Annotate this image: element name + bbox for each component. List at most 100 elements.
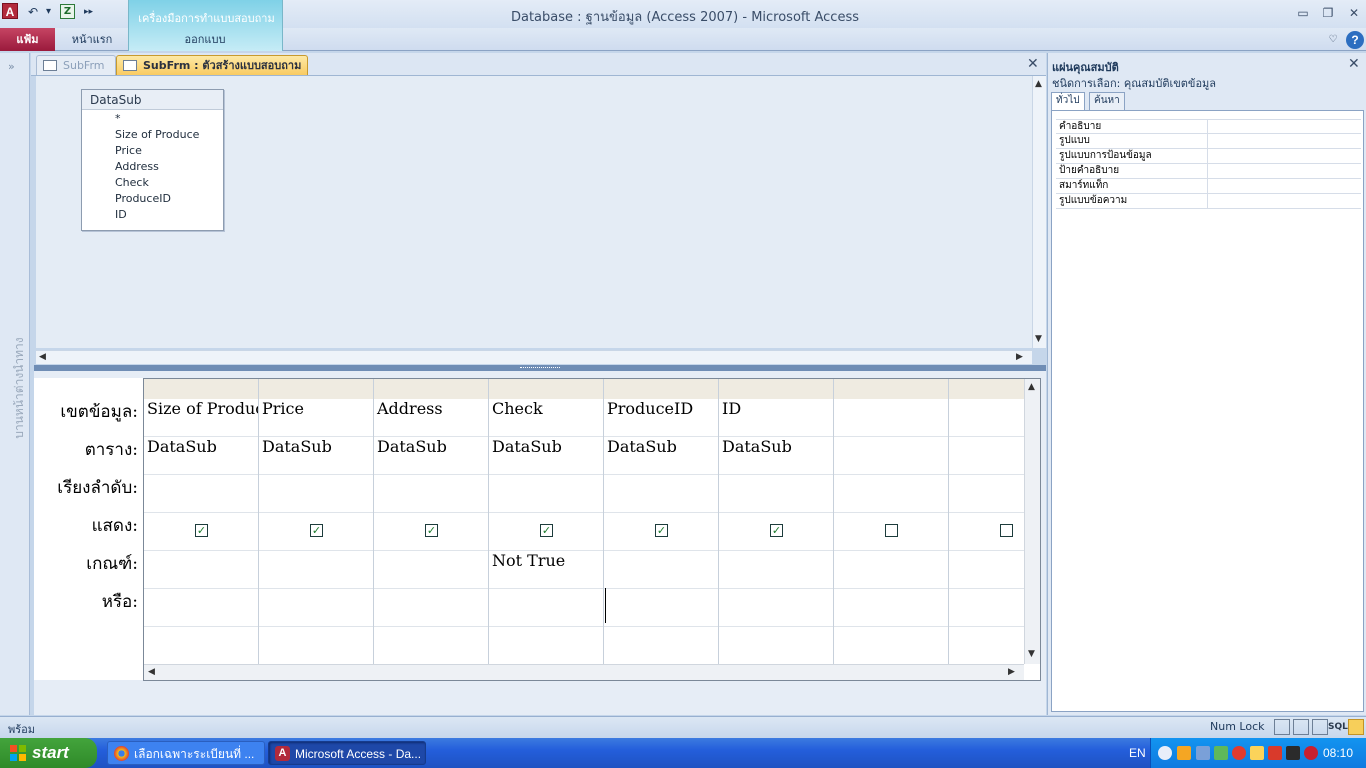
field-cell[interactable]: Address [374,399,488,437]
or-cell[interactable] [719,589,833,627]
design-view-icon[interactable] [1348,719,1364,735]
field-cell[interactable]: Size of Produce [144,399,258,437]
grid-column[interactable]: ProduceID DataSub ✓ [604,379,719,664]
customize-qat-icon[interactable]: ▸▸ [84,3,93,21]
close-window-button[interactable]: ✕ [1344,4,1364,22]
or-cell[interactable] [374,589,488,627]
scroll-left-icon[interactable]: ◀ [148,667,155,677]
property-row[interactable]: รูปแบบ [1056,134,1361,149]
grid-horizontal-scrollbar[interactable]: ◀ ▶ [144,664,1024,680]
tray-safely-remove-icon[interactable] [1214,746,1228,760]
field-list-item[interactable]: Address [115,160,159,173]
field-list-item[interactable]: Price [115,144,142,157]
property-row[interactable]: คำอธิบาย [1056,119,1361,135]
pivottable-view-icon[interactable] [1293,719,1309,735]
grid-column[interactable]: Price DataSub ✓ [259,379,374,664]
criteria-cell[interactable] [719,551,833,589]
field-list-item[interactable]: * [115,112,121,125]
sort-cell[interactable] [719,475,833,513]
scroll-right-icon[interactable]: ▶ [1008,667,1015,677]
grid-column[interactable]: Check DataSub ✓ Not True [489,379,604,664]
property-row[interactable]: รูปแบบการป้อนข้อมูล [1056,149,1361,164]
tray-antivirus-icon[interactable] [1268,746,1282,760]
show-checkbox[interactable]: ✓ [195,524,208,537]
or-cell[interactable] [834,589,948,627]
splitter-grip[interactable] [520,367,560,370]
show-checkbox[interactable] [885,524,898,537]
scroll-up-icon[interactable]: ▲ [1028,382,1035,392]
grid-vertical-scrollbar[interactable]: ▲ ▼ [1024,379,1040,664]
sql-view-button[interactable]: SQL [1328,719,1348,735]
tab-file[interactable]: แฟ้ม [0,28,55,51]
table-cell[interactable]: DataSub [374,437,488,475]
criteria-cell[interactable] [259,551,373,589]
or-cell[interactable] [144,589,258,627]
query-design-grid[interactable]: Size of ProduceDataSub✓PriceDataSub✓Addr… [143,378,1041,681]
table-cell[interactable]: DataSub [144,437,258,475]
show-checkbox[interactable]: ✓ [770,524,783,537]
undo-dropdown-icon[interactable]: ▾ [46,3,51,21]
close-property-sheet-icon[interactable]: ✕ [1348,56,1360,72]
upper-horizontal-scrollbar[interactable]: ◀ ▶ [36,350,1032,364]
table-cell[interactable] [834,437,948,475]
field-list-item[interactable]: Check [115,176,149,189]
tab-general[interactable]: ทั่วไป [1051,92,1085,110]
criteria-cell[interactable] [834,551,948,589]
doc-tab-query-designer[interactable]: SubFrm : ตัวสร้างแบบสอบถาม [116,55,308,75]
minimize-button[interactable]: ▭ [1293,4,1313,22]
language-indicator[interactable]: EN [1129,746,1146,760]
grid-column[interactable]: ID DataSub ✓ [719,379,834,664]
sort-cell[interactable] [374,475,488,513]
scroll-left-icon[interactable]: ◀ [39,352,46,362]
table-cell[interactable]: DataSub [259,437,373,475]
restore-button[interactable]: ❐ [1318,4,1338,22]
table-cell[interactable]: DataSub [719,437,833,475]
tray-shield-icon[interactable] [1304,746,1318,760]
or-cell[interactable] [259,589,373,627]
field-list-item[interactable]: ProduceID [115,192,171,205]
show-checkbox[interactable]: ✓ [310,524,323,537]
table-cell[interactable]: DataSub [489,437,603,475]
scroll-up-icon[interactable]: ▲ [1035,79,1042,89]
tray-arrow-icon[interactable] [1158,746,1172,760]
export-excel-icon[interactable]: Z [60,4,75,19]
scroll-right-icon[interactable]: ▶ [1016,352,1023,362]
property-row[interactable]: สมาร์ทแท็ก [1056,179,1361,194]
pivotchart-view-icon[interactable] [1312,719,1328,735]
criteria-cell[interactable] [604,551,718,589]
ribbon-minimize-icon[interactable]: ♡ [1325,32,1341,48]
property-row[interactable]: ป้ายคำอธิบาย [1056,164,1361,179]
tray-opera-icon[interactable] [1232,746,1246,760]
criteria-cell[interactable] [374,551,488,589]
tab-design[interactable]: ออกแบบ [165,28,245,51]
show-checkbox[interactable] [1000,524,1013,537]
sort-cell[interactable] [604,475,718,513]
grid-column[interactable] [834,379,949,664]
criteria-cell[interactable]: Not True [489,551,603,589]
grid-column[interactable]: Address DataSub ✓ [374,379,489,664]
table-field-list[interactable]: DataSub * Size of Produce Price Address … [81,89,224,231]
scroll-down-icon[interactable]: ▼ [1035,334,1042,344]
upper-vertical-scrollbar[interactable]: ▲ ▼ [1032,76,1046,348]
tray-app-icon[interactable] [1177,746,1191,760]
tab-lookup[interactable]: ค้นหา [1089,92,1125,110]
scroll-down-icon[interactable]: ▼ [1028,649,1035,659]
criteria-cell[interactable] [144,551,258,589]
property-row[interactable]: รูปแบบข้อความ [1056,194,1361,209]
field-list-item[interactable]: ID [115,208,127,221]
field-cell[interactable] [834,399,948,437]
access-app-icon[interactable]: A [2,3,18,19]
field-cell[interactable]: Check [489,399,603,437]
taskbar-chrome-window[interactable]: เลือกเฉพาะระเบียนที่ ... [107,741,265,765]
show-checkbox[interactable]: ✓ [655,524,668,537]
sort-cell[interactable] [144,475,258,513]
taskbar-access-window[interactable]: A Microsoft Access - Da... [268,741,426,765]
grid-column[interactable]: Size of ProduceDataSub ✓ [144,379,259,664]
datasheet-view-icon[interactable] [1274,719,1290,735]
field-cell[interactable]: Price [259,399,373,437]
sort-cell[interactable] [834,475,948,513]
field-cell[interactable]: ID [719,399,833,437]
tray-network-icon[interactable] [1196,746,1210,760]
field-list-item[interactable]: Size of Produce [115,128,199,141]
sort-cell[interactable] [259,475,373,513]
